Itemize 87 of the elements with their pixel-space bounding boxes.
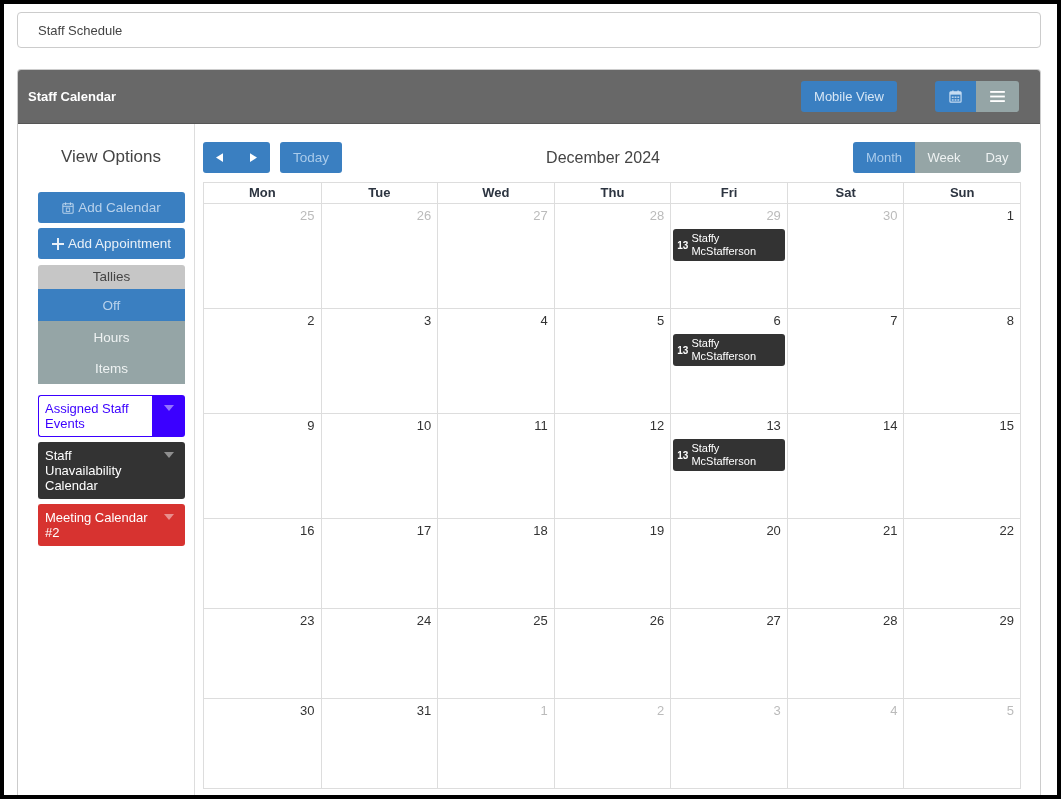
day-number: 28 xyxy=(648,208,666,224)
day-number: 6 xyxy=(772,313,782,329)
calendar-title: December 2024 xyxy=(546,148,661,167)
day-number: 26 xyxy=(648,613,666,629)
day-number: 7 xyxy=(889,313,899,329)
day-number: 28 xyxy=(881,613,899,629)
tally-option[interactable]: Items xyxy=(38,353,185,384)
day-number: 10 xyxy=(415,418,433,434)
weekday-header: Fri xyxy=(670,183,787,203)
view-tab[interactable]: Week xyxy=(915,142,973,173)
day-number: 23 xyxy=(299,613,316,629)
day-number: 30 xyxy=(881,208,899,224)
list-icon xyxy=(990,91,1005,102)
day-number: 9 xyxy=(306,418,316,434)
day-number: 5 xyxy=(656,313,666,329)
event-number: 13 xyxy=(677,343,689,357)
weekday-header: Thu xyxy=(553,183,671,203)
add-appointment-button[interactable]: Add Appointment xyxy=(38,228,185,259)
calendar-view-button[interactable] xyxy=(935,81,976,112)
day-number: 14 xyxy=(881,418,899,434)
calendar-icon xyxy=(62,201,75,214)
day-number: 1 xyxy=(539,703,549,719)
page-title: Staff Schedule xyxy=(17,12,1041,48)
tally-option[interactable]: Off xyxy=(38,289,185,321)
day-number: 15 xyxy=(998,418,1015,434)
day-number: 13 xyxy=(765,418,782,434)
day-number: 4 xyxy=(889,703,899,719)
day-number: 2 xyxy=(656,703,666,719)
calendar-dropdown-button[interactable] xyxy=(152,395,185,437)
day-number: 12 xyxy=(648,418,666,434)
tally-option[interactable]: Hours xyxy=(38,321,185,353)
list-view-button[interactable] xyxy=(976,81,1019,112)
day-number: 20 xyxy=(765,523,782,539)
day-number: 18 xyxy=(532,523,549,539)
day-number: 11 xyxy=(533,418,549,434)
day-number: 17 xyxy=(415,523,433,539)
event-number: 13 xyxy=(677,448,689,462)
calendar-dropdown-button[interactable] xyxy=(152,442,185,499)
day-number: 1 xyxy=(1005,208,1015,224)
event-title: Staffy McStafferson xyxy=(691,442,757,468)
calendar-dropdown-button[interactable] xyxy=(152,504,185,546)
day-number: 29 xyxy=(765,208,782,224)
day-number: 21 xyxy=(881,523,899,539)
tallies-header: Tallies xyxy=(38,265,185,289)
day-number: 2 xyxy=(306,313,316,329)
caret-down-icon xyxy=(163,514,174,520)
day-number: 8 xyxy=(1005,313,1015,329)
event-number: 13 xyxy=(677,238,689,252)
calendar-toggle-button[interactable]: Staff Unavailability Calendar xyxy=(38,442,152,499)
weekday-header: Wed xyxy=(437,183,554,203)
day-number: 4 xyxy=(539,313,549,329)
day-number: 3 xyxy=(422,313,433,329)
event-title: Staffy McStafferson xyxy=(691,337,757,363)
previous-button[interactable] xyxy=(203,142,237,173)
day-number: 24 xyxy=(415,613,433,629)
day-number: 31 xyxy=(415,703,433,719)
view-tab[interactable]: Day xyxy=(973,142,1021,173)
weekday-header: Mon xyxy=(247,184,277,202)
panel-title: Staff Calendar xyxy=(28,89,117,104)
day-number: 16 xyxy=(299,523,316,539)
calendar-icon xyxy=(949,90,962,103)
triangle-right-icon xyxy=(249,153,257,162)
mobile-view-button[interactable]: Mobile View xyxy=(801,81,897,112)
day-number: 27 xyxy=(765,613,782,629)
sidebar-title: View Options xyxy=(60,146,162,168)
triangle-left-icon xyxy=(216,153,224,162)
day-number: 27 xyxy=(532,208,549,224)
view-tab[interactable]: Month xyxy=(853,142,915,173)
event-title: Staffy McStafferson xyxy=(691,232,757,258)
day-number: 25 xyxy=(532,613,549,629)
plus-icon xyxy=(52,237,65,250)
calendar-toggle-button[interactable]: Meeting Calendar #2 xyxy=(38,504,152,546)
day-number: 5 xyxy=(1005,703,1015,719)
caret-down-icon xyxy=(163,405,174,411)
day-number: 30 xyxy=(299,703,316,719)
day-number: 26 xyxy=(415,208,433,224)
next-button[interactable] xyxy=(236,142,270,173)
calendar-toggle-button[interactable]: Assigned Staff Events xyxy=(38,395,152,437)
day-number: 3 xyxy=(772,703,782,719)
day-number: 29 xyxy=(998,613,1015,629)
weekday-header: Tue xyxy=(320,183,438,203)
caret-down-icon xyxy=(163,452,174,458)
day-number: 19 xyxy=(648,523,666,539)
weekday-header: Sun xyxy=(903,183,1020,203)
day-number: 25 xyxy=(299,208,316,224)
day-number: 22 xyxy=(998,523,1015,539)
weekday-header: Sat xyxy=(786,183,904,203)
